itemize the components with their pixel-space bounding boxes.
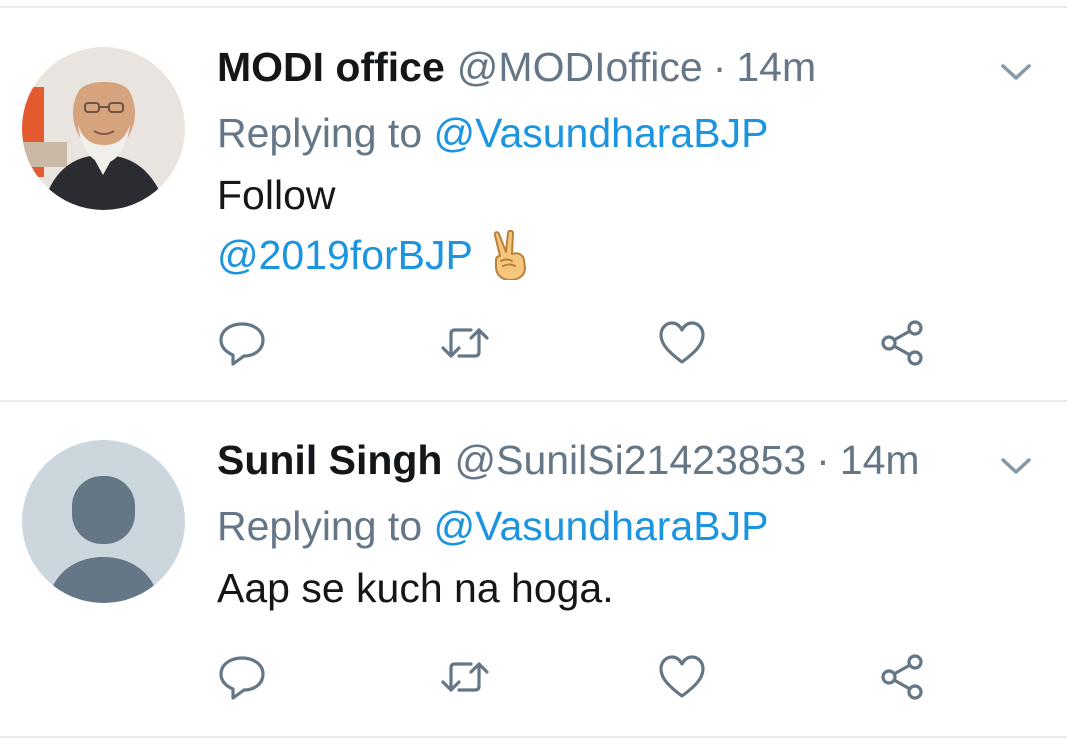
reply-icon[interactable] bbox=[217, 318, 267, 368]
replying-to-line: Replying to @VasundharaBJP bbox=[217, 499, 768, 553]
default-avatar bbox=[22, 440, 185, 603]
reply-icon[interactable] bbox=[217, 652, 267, 702]
tweet-link-line: @2019forBJP bbox=[217, 228, 533, 282]
bottom-divider bbox=[0, 736, 1067, 738]
author-handle[interactable]: @MODIoffice bbox=[457, 40, 703, 94]
timestamp[interactable]: 14m bbox=[736, 40, 816, 94]
victory-hand-emoji bbox=[493, 230, 526, 280]
chevron-down-icon[interactable] bbox=[998, 60, 1034, 84]
mention-link[interactable]: @2019forBJP bbox=[217, 228, 473, 282]
replying-to-label: Replying to bbox=[217, 503, 423, 549]
timeline: MODI office @MODIoffice · 14m Replying t… bbox=[0, 0, 1067, 740]
avatar[interactable] bbox=[22, 47, 185, 210]
chevron-down-icon[interactable] bbox=[998, 454, 1034, 478]
tweet-modi-office[interactable]: MODI office @MODIoffice · 14m Replying t… bbox=[0, 0, 1067, 400]
tweet-text: Follow bbox=[217, 172, 336, 218]
separator-dot: · bbox=[712, 44, 727, 90]
avatar[interactable] bbox=[22, 440, 185, 603]
retweet-icon[interactable] bbox=[440, 318, 490, 368]
tweet-header: Sunil Singh @SunilSi21423853 · 14m bbox=[217, 433, 920, 487]
timestamp[interactable]: 14m bbox=[840, 433, 920, 487]
tweet-text: Aap se kuch na hoga. bbox=[217, 565, 614, 611]
replying-to-line: Replying to @VasundharaBJP bbox=[217, 106, 768, 160]
tweet-actions bbox=[0, 318, 1067, 368]
author-name[interactable]: MODI office bbox=[217, 40, 445, 94]
separator-dot: · bbox=[816, 437, 830, 483]
share-icon[interactable] bbox=[877, 318, 927, 368]
author-name[interactable]: Sunil Singh bbox=[217, 433, 442, 487]
share-icon[interactable] bbox=[877, 652, 927, 702]
replying-to-mention[interactable]: @VasundharaBJP bbox=[434, 110, 769, 156]
tweet-sunil-singh[interactable]: Sunil Singh @SunilSi21423853 · 14m Reply… bbox=[0, 402, 1067, 738]
tweet-header: MODI office @MODIoffice · 14m bbox=[217, 40, 816, 94]
heart-icon[interactable] bbox=[657, 318, 707, 368]
replying-to-mention[interactable]: @VasundharaBJP bbox=[434, 503, 769, 549]
tweet-actions bbox=[0, 652, 1067, 702]
retweet-icon[interactable] bbox=[440, 652, 490, 702]
heart-icon[interactable] bbox=[657, 652, 707, 702]
replying-to-label: Replying to bbox=[217, 110, 423, 156]
profile-photo bbox=[22, 47, 185, 210]
author-handle[interactable]: @SunilSi21423853 bbox=[454, 433, 806, 487]
